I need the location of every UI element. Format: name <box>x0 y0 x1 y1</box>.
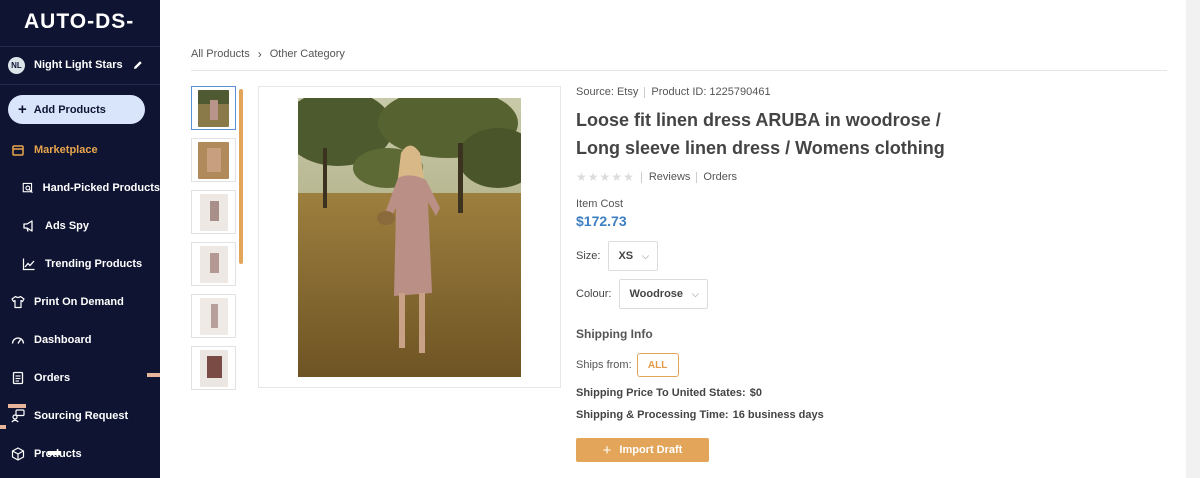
header-divider <box>191 70 1167 71</box>
main-image-frame <box>258 86 561 388</box>
breadcrumb-all-products[interactable]: All Products <box>191 48 250 60</box>
shipping-price-value: $0 <box>749 387 762 399</box>
decorative-mark <box>8 404 26 408</box>
product-title: Loose fit linen dress ARUBA in woodrose … <box>576 110 945 158</box>
pencil-icon[interactable] <box>132 59 144 71</box>
sidebar-item-print-on-demand[interactable]: Print On Demand <box>0 290 160 314</box>
sidebar-item-label: Trending Products <box>45 258 143 270</box>
size-select[interactable]: XS ⌵ <box>608 241 658 271</box>
import-draft-label: Import Draft <box>619 444 683 456</box>
sidebar-item-dashboard[interactable]: Dashboard <box>0 328 160 352</box>
sidebar-item-trending-products[interactable]: Trending Products <box>0 252 160 276</box>
item-cost-label: Item Cost <box>576 198 624 210</box>
ships-from-all-button[interactable]: ALL <box>636 353 679 377</box>
sidebar-item-marketplace[interactable]: Marketplace <box>0 138 160 162</box>
sidebar-item-ads-spy[interactable]: Ads Spy <box>0 214 160 238</box>
decorative-mark <box>147 373 160 377</box>
decorative-mark <box>0 425 6 429</box>
colour-option: Colour: Woodrose ⌵ <box>576 279 708 309</box>
thumbnail[interactable] <box>191 346 236 390</box>
marketplace-icon <box>12 145 24 156</box>
clipboard-icon <box>12 371 24 385</box>
sidebar-item-label: Ads Spy <box>45 220 90 232</box>
trending-icon <box>22 258 35 271</box>
store-selector[interactable]: NL Night Light Stars <box>8 54 152 76</box>
product-source: Source: Etsy <box>576 86 639 98</box>
avatar: NL <box>8 56 25 74</box>
sidebar-item-label: Dashboard <box>34 334 92 346</box>
divider <box>644 86 646 98</box>
ships-from-label: Ships from: <box>576 359 632 371</box>
product-meta: Source: Etsy Product ID: 1225790461 <box>576 86 1156 98</box>
size-option: Size: XS ⌵ <box>576 241 658 271</box>
colour-select[interactable]: Woodrose ⌵ <box>619 279 708 309</box>
size-label: Size: <box>576 250 601 262</box>
colour-value: Woodrose <box>629 288 684 300</box>
star-icon: ★ <box>611 170 623 184</box>
colour-label: Colour: <box>576 288 612 300</box>
thumbnail-scrollbar[interactable] <box>239 89 243 264</box>
chevron-down-icon: ⌵ <box>692 288 699 299</box>
shipping-time-value: 16 business days <box>732 409 824 421</box>
sidebar-item-products[interactable]: Products <box>0 442 160 466</box>
product-id: Product ID: 1225790461 <box>651 86 771 98</box>
sidebar-divider <box>0 84 160 85</box>
product-details: Source: Etsy Product ID: 1225790461 Loos… <box>576 86 1156 229</box>
breadcrumb: All Products › Other Category <box>191 47 345 61</box>
chevron-right-icon: › <box>257 47 262 61</box>
import-draft-button[interactable]: + Import Draft <box>576 438 709 462</box>
breadcrumb-current: Other Category <box>269 48 345 60</box>
plus-icon: + <box>18 101 27 118</box>
divider <box>696 171 698 183</box>
star-icon: ★ <box>623 170 634 184</box>
add-products-label: Add Products <box>33 103 106 116</box>
shipping-time: Shipping & Processing Time: 16 business d… <box>576 409 824 421</box>
store-name: Night Light Stars <box>34 59 123 71</box>
reviews-link[interactable]: Reviews <box>649 171 691 183</box>
sidebar-divider <box>0 46 160 47</box>
shipping-price: Shipping Price To United States: $0 <box>576 387 762 399</box>
ships-from-row: Ships from: ALL <box>576 353 679 377</box>
product-image[interactable] <box>298 98 521 377</box>
plus-icon: + <box>602 441 612 459</box>
thumbnail[interactable] <box>191 86 236 130</box>
add-products-button[interactable]: + Add Products <box>8 95 145 124</box>
gauge-icon <box>11 337 25 344</box>
sidebar-item-label: Print On Demand <box>34 296 124 308</box>
page-scrollbar[interactable] <box>1186 0 1200 478</box>
divider <box>640 171 642 183</box>
star-icon: ★ <box>587 170 599 184</box>
thumbnail[interactable] <box>191 242 236 286</box>
sidebar-item-label: Orders <box>34 372 71 384</box>
sidebar-item-orders[interactable]: Orders <box>0 366 160 390</box>
shipping-time-label: Shipping & Processing Time: <box>576 409 729 421</box>
size-value: XS <box>618 250 634 262</box>
sidebar-item-label: Sourcing Request <box>34 410 129 422</box>
sourcing-icon <box>11 409 25 423</box>
star-icon: ★ <box>599 170 611 184</box>
star-icon: ★ <box>576 170 587 184</box>
sidebar-item-hand-picked-products[interactable]: Hand-Picked Products <box>0 176 160 200</box>
shipping-info-title: Shipping Info <box>576 327 653 341</box>
box-icon <box>11 447 25 461</box>
hand-picked-icon <box>22 182 33 193</box>
thumbnail[interactable] <box>191 190 236 234</box>
rating-row: ★ ★ ★ ★ ★ Reviews Orders <box>576 171 1156 183</box>
megaphone-icon <box>23 220 33 232</box>
thumbnail[interactable] <box>191 138 236 182</box>
chevron-down-icon: ⌵ <box>642 250 649 261</box>
item-price: $172.73 <box>576 213 627 229</box>
sidebar-item-label: Marketplace <box>34 144 98 156</box>
orders-link[interactable]: Orders <box>703 171 737 183</box>
autods-logo[interactable]: AUTO-DS- <box>24 10 134 34</box>
shirt-icon <box>11 295 25 309</box>
thumbnail[interactable] <box>191 294 236 338</box>
shipping-price-label: Shipping Price To United States: <box>576 387 746 399</box>
decorative-mark <box>48 451 60 455</box>
star-rating: ★ ★ ★ ★ ★ <box>576 171 634 183</box>
sidebar-item-label: Hand-Picked Products <box>42 182 160 194</box>
